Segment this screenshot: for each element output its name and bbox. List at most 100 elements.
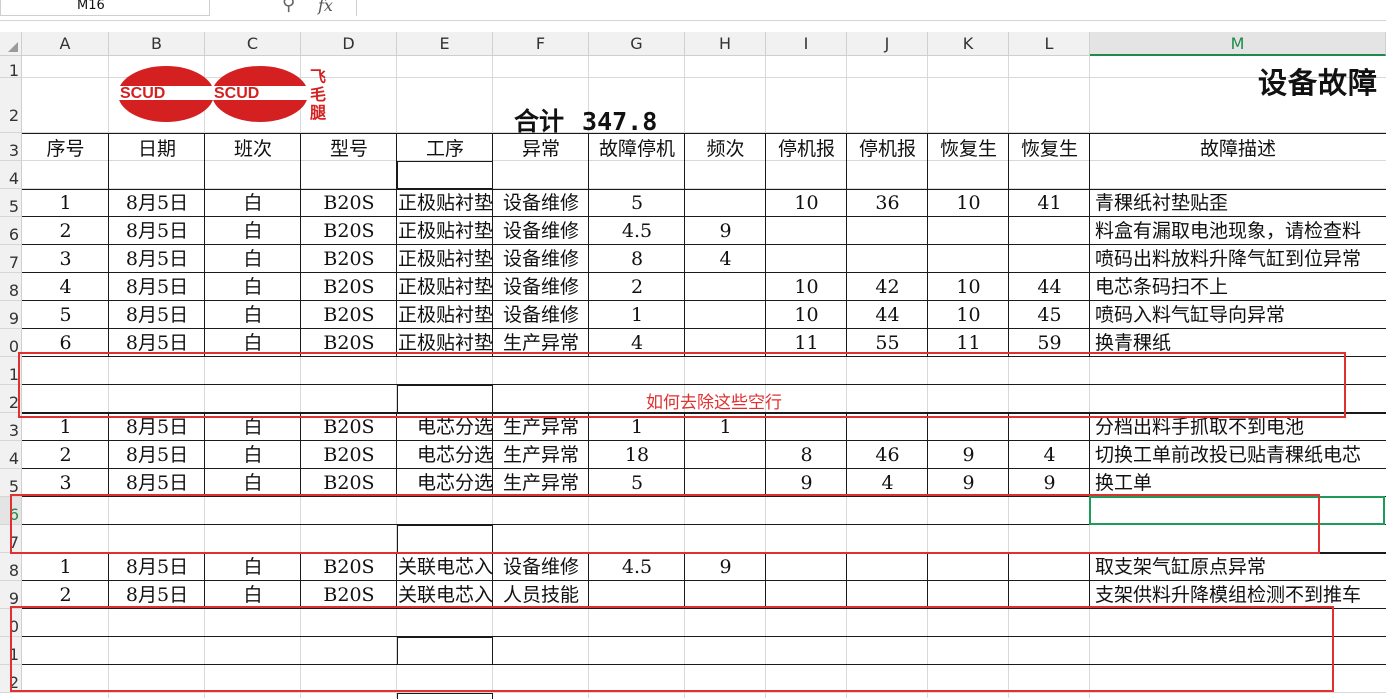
header-cell-h[interactable]: 频次 — [685, 135, 766, 163]
header-cell-a[interactable]: 序号 — [22, 135, 109, 163]
cell-m14[interactable]: 切换工单前改投已贴青稞纸电芯 — [1090, 441, 1386, 469]
cell-j14[interactable]: 46 — [847, 441, 928, 469]
column-header-g[interactable]: G — [589, 32, 685, 56]
column-header-d[interactable]: D — [301, 32, 397, 56]
header-cell-e[interactable]: 工序 — [397, 135, 493, 163]
cell-j15[interactable]: 4 — [847, 469, 928, 497]
header-cell-c[interactable]: 班次 — [205, 135, 301, 163]
cell-c18[interactable]: 白 — [205, 553, 301, 581]
header-cell-i[interactable]: 停机报 — [766, 135, 847, 163]
column-header-k[interactable]: K — [928, 32, 1009, 56]
cell-k5[interactable]: 10 — [928, 189, 1009, 217]
cell-c8[interactable]: 白 — [205, 273, 301, 301]
cell-c15[interactable]: 白 — [205, 469, 301, 497]
row-header-5[interactable]: 5 — [0, 189, 22, 217]
row-header-9[interactable]: 9 — [0, 301, 22, 329]
cell-m6[interactable]: 料盒有漏取电池现象，请检查料 — [1090, 217, 1386, 245]
cell-h6[interactable]: 9 — [685, 217, 766, 245]
cell-f15[interactable]: 生产异常 — [493, 469, 589, 497]
header-cell-b[interactable]: 日期 — [109, 135, 205, 163]
cell-h7[interactable]: 4 — [685, 245, 766, 273]
cell-f6[interactable]: 设备维修 — [493, 217, 589, 245]
column-header-b[interactable]: B — [109, 32, 205, 56]
cell-b8[interactable]: 8月5日 — [109, 273, 205, 301]
cell-a18[interactable]: 1 — [22, 553, 109, 581]
row-header-18[interactable]: 8 — [0, 553, 22, 581]
row-header-1[interactable]: 1 — [0, 56, 22, 78]
cell-m9[interactable]: 喷码入料气缸导向异常 — [1090, 301, 1386, 329]
cell-h18[interactable]: 9 — [685, 553, 766, 581]
cell-e8[interactable]: 正极贴衬垫 — [397, 273, 493, 301]
cell-m18[interactable]: 取支架气缸原点异常 — [1090, 553, 1386, 581]
cell-l5[interactable]: 41 — [1009, 189, 1090, 217]
cell-g18[interactable]: 4.5 — [589, 553, 685, 581]
cell-g5[interactable]: 5 — [589, 189, 685, 217]
cell-g8[interactable]: 2 — [589, 273, 685, 301]
column-header-i[interactable]: I — [766, 32, 847, 56]
cell-l15[interactable]: 9 — [1009, 469, 1090, 497]
row-header-6[interactable]: 6 — [0, 217, 22, 245]
cell-d5[interactable]: B20S — [301, 189, 397, 217]
header-cell-d[interactable]: 型号 — [301, 135, 397, 163]
cell-a15[interactable]: 3 — [22, 469, 109, 497]
cell-b6[interactable]: 8月5日 — [109, 217, 205, 245]
cell-b14[interactable]: 8月5日 — [109, 441, 205, 469]
cell-b15[interactable]: 8月5日 — [109, 469, 205, 497]
column-header-a[interactable]: A — [22, 32, 109, 56]
cell-l14[interactable]: 4 — [1009, 441, 1090, 469]
column-header-m[interactable]: M — [1090, 32, 1386, 56]
row-header-19[interactable]: 9 — [0, 581, 22, 609]
cell-g6[interactable]: 4.5 — [589, 217, 685, 245]
cell-i8[interactable]: 10 — [766, 273, 847, 301]
cell-b19[interactable]: 8月5日 — [109, 581, 205, 609]
cell-k9[interactable]: 10 — [928, 301, 1009, 329]
column-header-e[interactable]: E — [397, 32, 493, 56]
column-header-j[interactable]: J — [847, 32, 928, 56]
cell-b7[interactable]: 8月5日 — [109, 245, 205, 273]
cell-b9[interactable]: 8月5日 — [109, 301, 205, 329]
header-cell-m[interactable]: 故障描述 — [1090, 135, 1386, 163]
cell-d15[interactable]: B20S — [301, 469, 397, 497]
cell-m7[interactable]: 喷码出料放料升降气缸到位异常 — [1090, 245, 1386, 273]
column-header-l[interactable]: L — [1009, 32, 1090, 56]
cell-m8[interactable]: 电芯条码扫不上 — [1090, 273, 1386, 301]
cell-a8[interactable]: 4 — [22, 273, 109, 301]
cell-f18[interactable]: 设备维修 — [493, 553, 589, 581]
cell-d8[interactable]: B20S — [301, 273, 397, 301]
select-all-corner[interactable] — [0, 32, 22, 56]
cell-d6[interactable]: B20S — [301, 217, 397, 245]
cell-a9[interactable]: 5 — [22, 301, 109, 329]
column-header-c[interactable]: C — [205, 32, 301, 56]
cell-c5[interactable]: 白 — [205, 189, 301, 217]
row-header-14[interactable]: 4 — [0, 441, 22, 469]
cell-g14[interactable]: 18 — [589, 441, 685, 469]
cell-c14[interactable]: 白 — [205, 441, 301, 469]
cell-k8[interactable]: 10 — [928, 273, 1009, 301]
cell-i15[interactable]: 9 — [766, 469, 847, 497]
cell-e19[interactable]: 关联电芯入 — [397, 581, 493, 609]
header-cell-f[interactable]: 异常 — [493, 135, 589, 163]
cell-g7[interactable]: 8 — [589, 245, 685, 273]
header-cell-k[interactable]: 恢复生 — [928, 135, 1009, 163]
cell-d9[interactable]: B20S — [301, 301, 397, 329]
cell-f19[interactable]: 人员技能 — [493, 581, 589, 609]
row-header-15[interactable]: 5 — [0, 469, 22, 497]
cell-l8[interactable]: 44 — [1009, 273, 1090, 301]
cell-a6[interactable]: 2 — [22, 217, 109, 245]
header-cell-l[interactable]: 恢复生 — [1009, 135, 1090, 163]
cell-a7[interactable]: 3 — [22, 245, 109, 273]
magnifier-icon[interactable]: ⚲ — [282, 0, 295, 15]
cell-a19[interactable]: 2 — [22, 581, 109, 609]
cell-d19[interactable]: B20S — [301, 581, 397, 609]
cell-i14[interactable]: 8 — [766, 441, 847, 469]
cell-e5[interactable]: 正极贴衬垫 — [397, 189, 493, 217]
cell-e18[interactable]: 关联电芯入 — [397, 553, 493, 581]
fx-icon[interactable]: fx — [318, 0, 333, 15]
cell-e6[interactable]: 正极贴衬垫 — [397, 217, 493, 245]
cell-e14[interactable]: 电芯分选 — [397, 441, 493, 469]
cell-f7[interactable]: 设备维修 — [493, 245, 589, 273]
cell-c9[interactable]: 白 — [205, 301, 301, 329]
cell-j8[interactable]: 42 — [847, 273, 928, 301]
cell-d7[interactable]: B20S — [301, 245, 397, 273]
cell-f5[interactable]: 设备维修 — [493, 189, 589, 217]
